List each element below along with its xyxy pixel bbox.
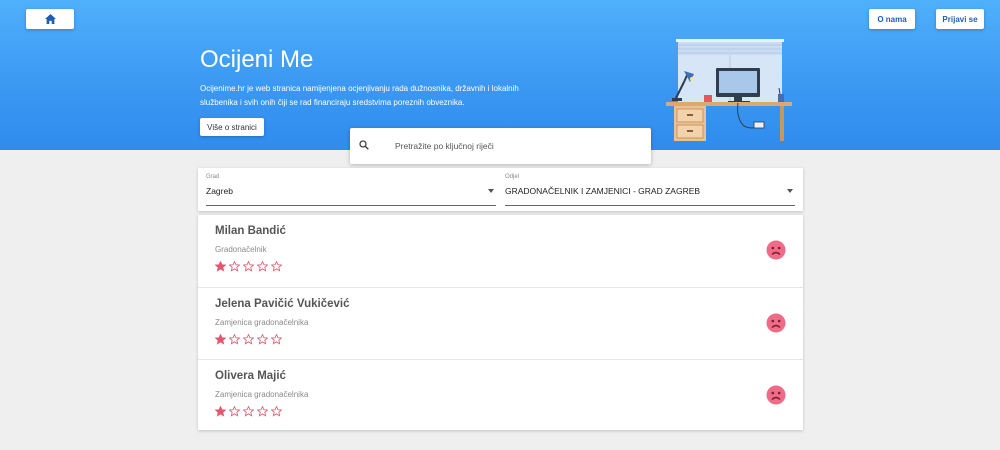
star-empty-icon bbox=[271, 334, 282, 345]
star-empty-icon bbox=[229, 261, 240, 272]
city-select-value: Zagreb bbox=[206, 186, 233, 196]
search-input[interactable] bbox=[395, 136, 635, 156]
city-select[interactable]: Grad Zagreb bbox=[206, 174, 496, 206]
official-name: Jelena Pavičić Vukičević bbox=[215, 298, 350, 310]
star-empty-icon bbox=[243, 334, 254, 345]
official-role: Gradonačelnik bbox=[215, 245, 267, 254]
more-about-button[interactable]: Više o stranici bbox=[200, 118, 264, 136]
filter-panel: Grad Zagreb Odjel GRADONAČELNIK I ZAMJEN… bbox=[198, 168, 803, 211]
star-rating bbox=[215, 261, 282, 273]
hero-description: Ocijenime.hr je web stranica namijenjena… bbox=[200, 84, 519, 107]
star-empty-icon bbox=[271, 261, 282, 272]
star-empty-icon bbox=[243, 261, 254, 272]
star-rating bbox=[215, 406, 282, 418]
star-rating bbox=[215, 334, 282, 346]
desk-illustration bbox=[666, 39, 792, 141]
department-select-value: GRADONAČELNIK I ZAMJENICI - GRAD ZAGREB bbox=[505, 186, 701, 196]
list-item[interactable]: Olivera Majić Zamjenica gradonačelnika bbox=[198, 359, 803, 431]
officials-list: Milan Bandić Gradonačelnik Jelena Paviči… bbox=[198, 215, 803, 430]
star-empty-icon bbox=[229, 406, 240, 417]
login-button[interactable]: Prijavi se bbox=[936, 9, 984, 29]
list-item[interactable]: Jelena Pavičić Vukičević Zamjenica grado… bbox=[198, 287, 803, 359]
star-empty-icon bbox=[257, 334, 268, 345]
official-role: Zamjenica gradonačelnika bbox=[215, 390, 309, 399]
star-filled-icon bbox=[215, 261, 226, 272]
about-button[interactable]: O nama bbox=[869, 9, 915, 29]
search-icon bbox=[359, 140, 369, 150]
star-empty-icon bbox=[257, 406, 268, 417]
official-role: Zamjenica gradonačelnika bbox=[215, 318, 309, 327]
home-icon bbox=[44, 14, 56, 24]
star-empty-icon bbox=[257, 261, 268, 272]
department-select-label: Odjel bbox=[505, 174, 520, 180]
city-select-label: Grad bbox=[206, 174, 220, 180]
sad-face-icon bbox=[766, 240, 786, 260]
chevron-down-icon bbox=[488, 189, 494, 193]
sad-face-icon bbox=[766, 385, 786, 405]
official-name: Olivera Majić bbox=[215, 370, 286, 382]
star-empty-icon bbox=[243, 406, 254, 417]
chevron-down-icon bbox=[787, 189, 793, 193]
star-empty-icon bbox=[271, 406, 282, 417]
star-filled-icon bbox=[215, 334, 226, 345]
star-empty-icon bbox=[229, 334, 240, 345]
home-button[interactable] bbox=[26, 9, 74, 29]
sad-face-icon bbox=[766, 313, 786, 333]
star-filled-icon bbox=[215, 406, 226, 417]
list-item[interactable]: Milan Bandić Gradonačelnik bbox=[198, 215, 803, 287]
page-title: Ocijeni Me bbox=[200, 46, 314, 73]
department-select[interactable]: Odjel GRADONAČELNIK I ZAMJENICI - GRAD Z… bbox=[505, 174, 795, 206]
search-box[interactable] bbox=[350, 128, 651, 164]
official-name: Milan Bandić bbox=[215, 225, 286, 237]
